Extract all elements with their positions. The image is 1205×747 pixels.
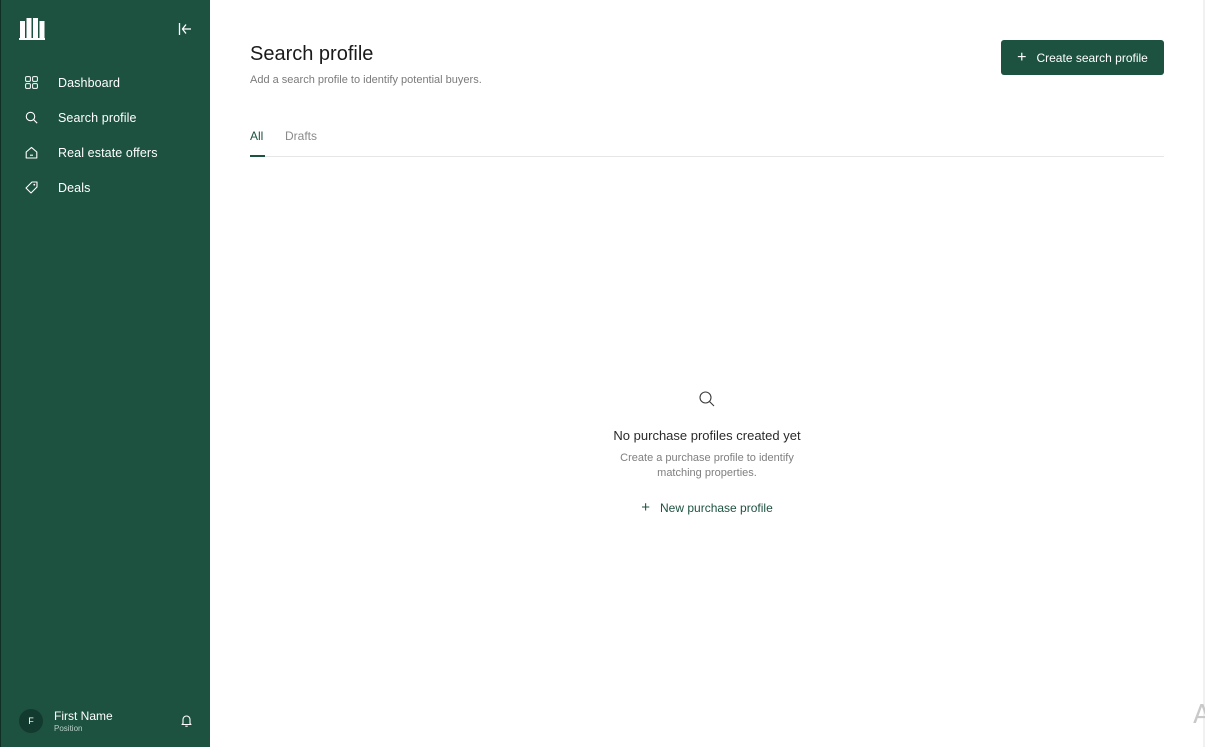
- building-columns-icon[interactable]: [18, 17, 46, 41]
- user-profile[interactable]: F First Name Position: [19, 708, 199, 734]
- active-tab-indicator: [250, 155, 265, 157]
- create-search-profile-button[interactable]: + Create search profile: [1001, 40, 1164, 75]
- sidebar-item-label: Dashboard: [58, 75, 121, 90]
- sidebar-item-dashboard[interactable]: Dashboard: [1, 65, 211, 100]
- plus-icon: +: [1017, 48, 1027, 66]
- user-name: First Name: [54, 708, 113, 723]
- create-button-label: Create search profile: [1036, 50, 1148, 65]
- empty-state-description-line: Create a purchase profile to identify: [620, 452, 794, 464]
- sidebar-item-label: Search profile: [58, 110, 137, 125]
- page-subtitle: Add a search profile to identify potenti…: [250, 74, 482, 86]
- page-title: Search profile: [250, 43, 374, 65]
- sidebar-item-label: Deals: [58, 180, 91, 195]
- corner-glyph: A: [1193, 700, 1205, 730]
- grid-icon: [24, 76, 38, 90]
- plus-icon: +: [641, 499, 651, 516]
- bell-icon[interactable]: [180, 714, 193, 727]
- home-icon: [24, 146, 38, 160]
- tab-drafts[interactable]: Drafts: [285, 129, 317, 143]
- search-icon: [24, 111, 38, 125]
- main-content: Search profile Add a search profile to i…: [210, 0, 1205, 747]
- collapse-left-icon[interactable]: [177, 21, 193, 37]
- tag-icon: [24, 181, 38, 195]
- search-icon: [699, 391, 715, 407]
- app-root: Dashboard Search profile Real estate off…: [0, 0, 1205, 747]
- avatar: F: [19, 709, 43, 733]
- sidebar-item-label: Real estate offers: [58, 145, 158, 160]
- sidebar-item-search-profile[interactable]: Search profile: [1, 100, 211, 135]
- empty-state-title: No purchase profiles created yet: [613, 428, 801, 443]
- new-purchase-profile-button[interactable]: + New purchase profile: [641, 500, 773, 515]
- empty-state-description-line: matching properties.: [657, 467, 757, 479]
- sidebar-item-deals[interactable]: Deals: [1, 170, 211, 205]
- sidebar-nav: Dashboard Search profile Real estate off…: [1, 65, 211, 205]
- sidebar: Dashboard Search profile Real estate off…: [0, 0, 210, 747]
- tab-all[interactable]: All: [250, 129, 263, 143]
- tab-bar: All Drafts: [250, 122, 1164, 157]
- user-position: Position: [54, 723, 83, 733]
- new-purchase-profile-label: New purchase profile: [660, 500, 773, 515]
- empty-state-description: Create a purchase profile to identify ma…: [557, 451, 857, 481]
- sidebar-item-real-estate-offers[interactable]: Real estate offers: [1, 135, 211, 170]
- user-text: First Name Position: [54, 709, 113, 734]
- empty-state: No purchase profiles created yet Create …: [557, 390, 857, 517]
